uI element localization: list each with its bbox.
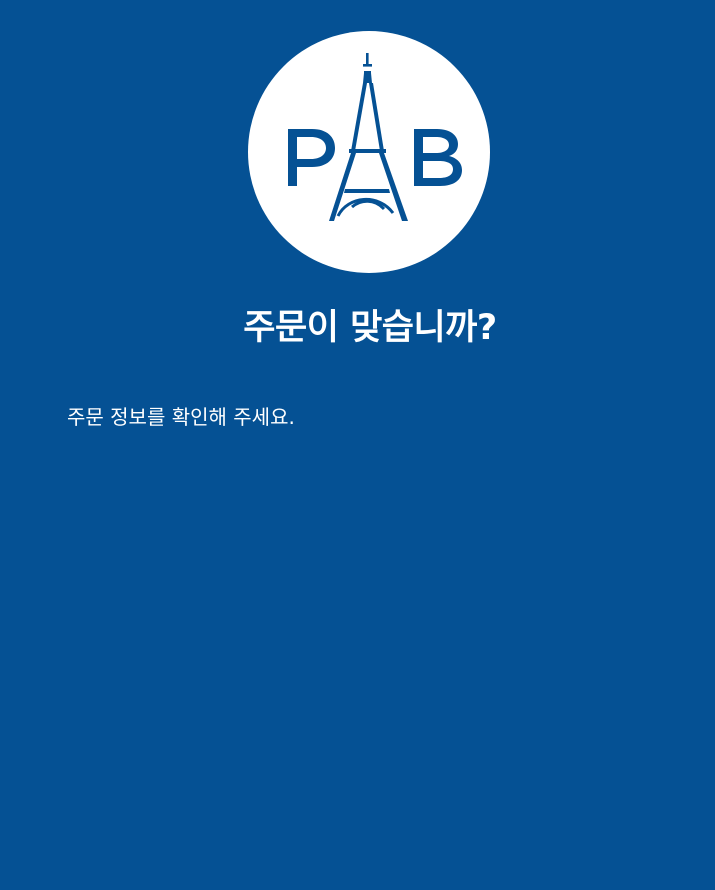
dialog-message: 주문 정보를 확인해 주세요. [67, 405, 295, 429]
dialog-title: 주문이 맞습니까? [243, 308, 497, 348]
eiffel-tower-logo-icon [288, 53, 462, 221]
brand-logo [248, 31, 490, 273]
